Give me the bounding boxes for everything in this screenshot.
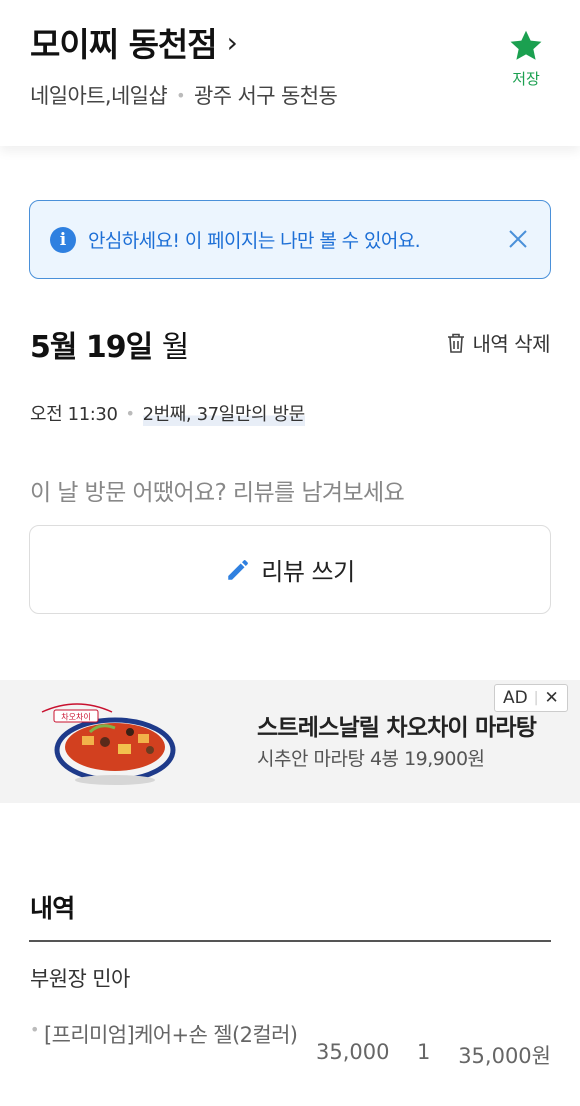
section-divider (29, 940, 551, 942)
trash-icon (447, 333, 464, 353)
store-category: 네일아트,네일샵 (30, 84, 168, 108)
ad-description: 시추안 마라탕 4봉 19,900원 (257, 748, 485, 770)
privacy-notice: i 안심하세요! 이 페이지는 나만 볼 수 있어요. (29, 200, 551, 279)
save-label: 저장 (512, 70, 540, 88)
store-meta: 네일아트,네일샵 • 광주 서구 동천동 (30, 80, 338, 110)
ad-banner[interactable]: 차오차이 스트레스날릴 차오차이 마라탕 시추안 마라탕 4봉 19,900원 (0, 680, 580, 803)
star-icon (510, 30, 542, 60)
chevron-right-icon: › (226, 25, 238, 59)
separator-dot: • (125, 403, 135, 423)
item-qty: 1 (417, 1040, 431, 1064)
store-header: 모이찌 동천점 › 네일아트,네일샵 • 광주 서구 동천동 저장 (0, 0, 580, 146)
ad-brand-mark: 차오차이 (61, 712, 90, 722)
store-location: 광주 서구 동천동 (193, 84, 338, 108)
pencil-icon (228, 559, 249, 580)
ad-badge[interactable]: AD | ✕ (494, 684, 568, 712)
save-button[interactable]: 저장 (506, 28, 546, 89)
ad-close-icon[interactable]: ✕ (544, 688, 558, 708)
visit-date: 5월 19일 월 (30, 322, 190, 366)
item-name: [프리미엄]케어+손 젤(2컬러) (44, 1023, 298, 1047)
store-title-link[interactable]: 모이찌 동천점 › (30, 18, 238, 66)
write-review-button[interactable]: 리뷰 쓰기 (29, 525, 551, 614)
close-icon[interactable] (506, 227, 530, 251)
malatang-bowl-image: 차오차이 (41, 703, 176, 785)
item-price: 35,000 (316, 1040, 390, 1064)
staff-name: 부원장 민아 (30, 967, 130, 991)
ad-badge-divider: | (533, 690, 539, 706)
notice-text: 안심하세요! 이 페이지는 나만 볼 수 있어요. (88, 230, 421, 252)
list-item: • [프리미엄]케어+손 젤(2컬러) 35,000 1 35,000원 (30, 1020, 551, 1090)
ad-label: AD (503, 688, 528, 708)
visit-info: 오전 11:30 • 2번째, 37일만의 방문 (30, 400, 305, 426)
visit-count: 2번째, 37일만의 방문 (142, 400, 305, 426)
item-total: 35,000원 (458, 1044, 551, 1068)
visit-day-of-week: 월 (161, 330, 190, 365)
write-review-label: 리뷰 쓰기 (261, 558, 355, 586)
ad-title: 스트레스날릴 차오차이 마라탕 (257, 715, 537, 741)
visit-date-text: 5월 19일 (30, 330, 153, 365)
info-icon: i (50, 226, 76, 253)
visit-time: 오전 11:30 (30, 404, 118, 425)
details-section-title: 내역 (30, 894, 75, 923)
store-name: 모이찌 동천점 (30, 25, 218, 64)
delete-history-button[interactable]: 내역 삭제 (446, 328, 551, 357)
delete-history-label: 내역 삭제 (472, 332, 551, 356)
separator-dot: • (176, 85, 185, 105)
review-prompt: 이 날 방문 어땠어요? 리뷰를 남겨보세요 (30, 480, 405, 506)
